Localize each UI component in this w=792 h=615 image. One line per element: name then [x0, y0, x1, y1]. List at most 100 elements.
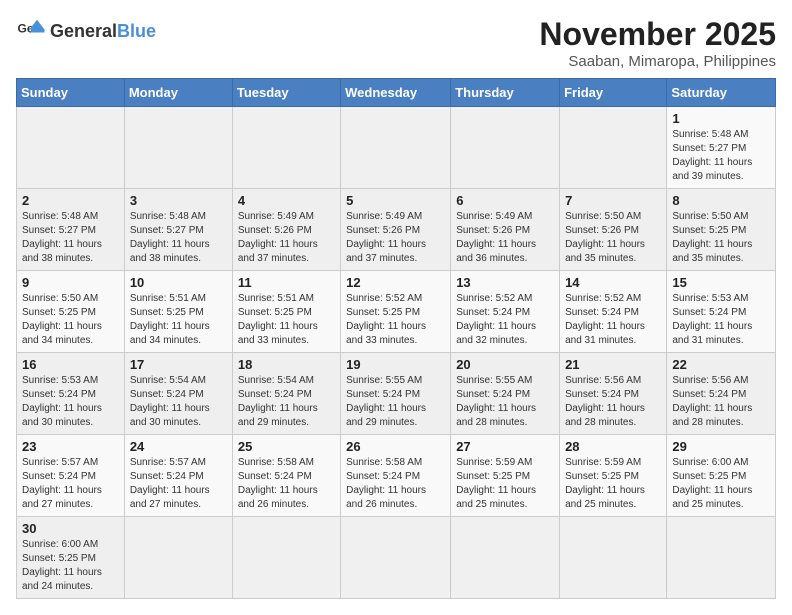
day-number: 27 [456, 439, 554, 454]
day-info: Sunrise: 5:52 AM Sunset: 5:25 PM Dayligh… [346, 292, 445, 348]
day-number: 7 [565, 193, 661, 208]
calendar-cell: 9Sunrise: 5:50 AM Sunset: 5:25 PM Daylig… [17, 271, 125, 353]
logo-blue-text: Blue [117, 21, 156, 41]
calendar-cell [451, 107, 560, 189]
day-info: Sunrise: 5:53 AM Sunset: 5:24 PM Dayligh… [22, 374, 119, 430]
calendar-cell [451, 517, 560, 599]
day-number: 3 [130, 193, 227, 208]
day-info: Sunrise: 5:51 AM Sunset: 5:25 PM Dayligh… [238, 292, 335, 348]
day-info: Sunrise: 5:54 AM Sunset: 5:24 PM Dayligh… [238, 374, 335, 430]
calendar-cell: 8Sunrise: 5:50 AM Sunset: 5:25 PM Daylig… [667, 189, 776, 271]
day-info: Sunrise: 6:00 AM Sunset: 5:25 PM Dayligh… [22, 538, 119, 594]
calendar-week-6: 30 Sunrise: 6:00 AM Sunset: 5:25 PM Dayli… [17, 517, 776, 599]
day-number: 17 [130, 357, 227, 372]
day-info: Sunrise: 5:59 AM Sunset: 5:25 PM Dayligh… [565, 456, 661, 512]
day-number: 26 [346, 439, 445, 454]
calendar-cell: 11 Sunrise: 5:51 AM Sunset: 5:25 PM Dayli… [232, 271, 340, 353]
day-info: Sunrise: 5:49 AM Sunset: 5:26 PM Dayligh… [346, 210, 445, 266]
day-info: Sunrise: 5:56 AM Sunset: 5:24 PM Dayligh… [672, 374, 770, 430]
calendar-cell: 1Sunrise: 5:48 AM Sunset: 5:27 PM Daylig… [667, 107, 776, 189]
calendar-cell: 28 Sunrise: 5:59 AM Sunset: 5:25 PM Dayli… [560, 435, 667, 517]
calendar-cell: 14 Sunrise: 5:52 AM Sunset: 5:24 PM Dayli… [560, 271, 667, 353]
day-number: 30 [22, 521, 119, 536]
day-info: Sunrise: 5:52 AM Sunset: 5:24 PM Dayligh… [565, 292, 661, 348]
day-info: Sunrise: 5:58 AM Sunset: 5:24 PM Dayligh… [346, 456, 445, 512]
calendar-cell: 17 Sunrise: 5:54 AM Sunset: 5:24 PM Dayli… [124, 353, 232, 435]
day-number: 1 [672, 111, 770, 126]
calendar-cell [667, 517, 776, 599]
calendar-cell: 19 Sunrise: 5:55 AM Sunset: 5:24 PM Dayli… [341, 353, 451, 435]
calendar-cell [560, 107, 667, 189]
logo-icon: Gen [16, 16, 46, 46]
day-number: 2 [22, 193, 119, 208]
page-header: Gen GeneralBlue November 2025 Saaban, Mi… [16, 16, 776, 70]
calendar-cell: 10Sunrise: 5:51 AM Sunset: 5:25 PM Dayli… [124, 271, 232, 353]
month-title: November 2025 [539, 16, 776, 53]
day-number: 6 [456, 193, 554, 208]
day-info: Sunrise: 5:59 AM Sunset: 5:25 PM Dayligh… [456, 456, 554, 512]
calendar-cell [560, 517, 667, 599]
calendar-cell: 22 Sunrise: 5:56 AM Sunset: 5:24 PM Dayli… [667, 353, 776, 435]
calendar-cell: 13Sunrise: 5:52 AM Sunset: 5:24 PM Dayli… [451, 271, 560, 353]
calendar-cell [124, 107, 232, 189]
calendar-week-1: 1Sunrise: 5:48 AM Sunset: 5:27 PM Daylig… [17, 107, 776, 189]
day-number: 22 [672, 357, 770, 372]
day-info: Sunrise: 5:50 AM Sunset: 5:26 PM Dayligh… [565, 210, 661, 266]
day-number: 25 [238, 439, 335, 454]
calendar-cell [232, 107, 340, 189]
weekday-header-monday: Monday [124, 79, 232, 107]
day-info: Sunrise: 5:51 AM Sunset: 5:25 PM Dayligh… [130, 292, 227, 348]
day-info: Sunrise: 5:57 AM Sunset: 5:24 PM Dayligh… [130, 456, 227, 512]
logo: Gen GeneralBlue [16, 16, 156, 46]
day-info: Sunrise: 5:48 AM Sunset: 5:27 PM Dayligh… [22, 210, 119, 266]
calendar-cell: 30 Sunrise: 6:00 AM Sunset: 5:25 PM Dayli… [17, 517, 125, 599]
calendar-cell: 12 Sunrise: 5:52 AM Sunset: 5:25 PM Dayli… [341, 271, 451, 353]
calendar-cell: 6 Sunrise: 5:49 AM Sunset: 5:26 PM Daylig… [451, 189, 560, 271]
day-number: 11 [238, 275, 335, 290]
calendar-cell: 4 Sunrise: 5:49 AM Sunset: 5:26 PM Daylig… [232, 189, 340, 271]
day-number: 12 [346, 275, 445, 290]
day-number: 14 [565, 275, 661, 290]
day-info: Sunrise: 5:54 AM Sunset: 5:24 PM Dayligh… [130, 374, 227, 430]
day-number: 5 [346, 193, 445, 208]
calendar-week-2: 2 Sunrise: 5:48 AM Sunset: 5:27 PM Daylig… [17, 189, 776, 271]
calendar-table: SundayMondayTuesdayWednesdayThursdayFrid… [16, 78, 776, 599]
day-number: 21 [565, 357, 661, 372]
day-number: 16 [22, 357, 119, 372]
calendar-cell: 3Sunrise: 5:48 AM Sunset: 5:27 PM Daylig… [124, 189, 232, 271]
day-number: 28 [565, 439, 661, 454]
day-number: 9 [22, 275, 119, 290]
day-number: 13 [456, 275, 554, 290]
calendar-cell [341, 517, 451, 599]
weekday-header-thursday: Thursday [451, 79, 560, 107]
calendar-cell: 18Sunrise: 5:54 AM Sunset: 5:24 PM Dayli… [232, 353, 340, 435]
calendar-week-4: 16 Sunrise: 5:53 AM Sunset: 5:24 PM Dayli… [17, 353, 776, 435]
day-number: 19 [346, 357, 445, 372]
day-info: Sunrise: 5:57 AM Sunset: 5:24 PM Dayligh… [22, 456, 119, 512]
day-info: Sunrise: 5:55 AM Sunset: 5:24 PM Dayligh… [346, 374, 445, 430]
calendar-cell: 26 Sunrise: 5:58 AM Sunset: 5:24 PM Dayli… [341, 435, 451, 517]
day-number: 8 [672, 193, 770, 208]
weekday-header-sunday: Sunday [17, 79, 125, 107]
calendar-cell: 29Sunrise: 6:00 AM Sunset: 5:25 PM Dayli… [667, 435, 776, 517]
day-number: 4 [238, 193, 335, 208]
weekday-header-tuesday: Tuesday [232, 79, 340, 107]
day-number: 23 [22, 439, 119, 454]
calendar-cell: 21 Sunrise: 5:56 AM Sunset: 5:24 PM Dayli… [560, 353, 667, 435]
calendar-cell: 5 Sunrise: 5:49 AM Sunset: 5:26 PM Daylig… [341, 189, 451, 271]
calendar-header: SundayMondayTuesdayWednesdayThursdayFrid… [17, 79, 776, 107]
day-number: 24 [130, 439, 227, 454]
calendar-cell: 23 Sunrise: 5:57 AM Sunset: 5:24 PM Dayli… [17, 435, 125, 517]
day-info: Sunrise: 5:49 AM Sunset: 5:26 PM Dayligh… [238, 210, 335, 266]
day-info: Sunrise: 5:56 AM Sunset: 5:24 PM Dayligh… [565, 374, 661, 430]
day-info: Sunrise: 5:49 AM Sunset: 5:26 PM Dayligh… [456, 210, 554, 266]
logo-general-text: General [50, 21, 117, 41]
calendar-cell: 24 Sunrise: 5:57 AM Sunset: 5:24 PM Dayli… [124, 435, 232, 517]
day-info: Sunrise: 5:53 AM Sunset: 5:24 PM Dayligh… [672, 292, 770, 348]
weekday-row: SundayMondayTuesdayWednesdayThursdayFrid… [17, 79, 776, 107]
calendar-cell: 27 Sunrise: 5:59 AM Sunset: 5:25 PM Dayli… [451, 435, 560, 517]
calendar-cell [17, 107, 125, 189]
day-info: Sunrise: 5:58 AM Sunset: 5:24 PM Dayligh… [238, 456, 335, 512]
calendar-cell: 25 Sunrise: 5:58 AM Sunset: 5:24 PM Dayli… [232, 435, 340, 517]
day-number: 29 [672, 439, 770, 454]
